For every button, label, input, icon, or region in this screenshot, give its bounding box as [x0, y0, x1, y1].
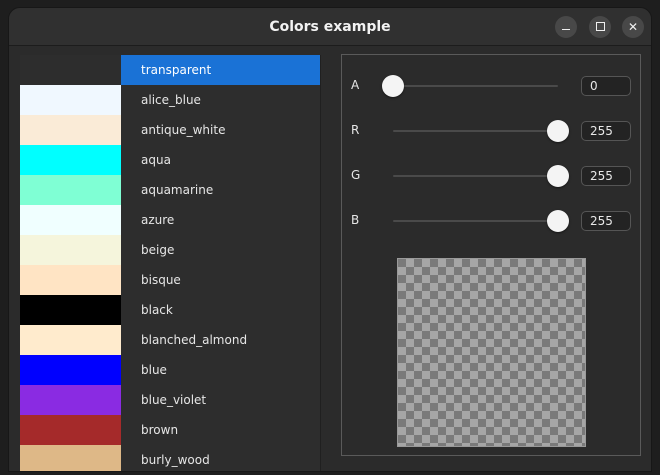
- maximize-icon: [595, 22, 605, 31]
- list-item[interactable]: black: [20, 295, 320, 325]
- list-item[interactable]: bisque: [20, 265, 320, 295]
- minimize-icon: [562, 28, 570, 31]
- color-swatch: [20, 295, 121, 325]
- list-item[interactable]: alice_blue: [20, 85, 320, 115]
- list-item[interactable]: azure: [20, 205, 320, 235]
- color-list[interactable]: transparent alice_blue antique_whiteaqua aq…: [20, 55, 321, 471]
- color-swatch: [20, 175, 121, 205]
- value-field[interactable]: 0: [581, 76, 631, 96]
- channel-label: A: [351, 78, 360, 92]
- slider-track[interactable]: [393, 175, 558, 177]
- slider-row-g: G 255: [342, 161, 640, 191]
- color-name-label: aquamarine: [141, 183, 214, 197]
- channel-label: B: [351, 213, 360, 227]
- color-name-label: blanched_almond: [141, 333, 248, 347]
- slider-thumb[interactable]: [547, 120, 569, 142]
- color-swatch: [20, 355, 121, 385]
- color-name-label: bisque: [141, 273, 181, 287]
- app-window: Colors example ✕ transparent alice_bluean…: [8, 7, 652, 472]
- slider-track[interactable]: [393, 220, 558, 222]
- color-swatch: [20, 325, 121, 355]
- color-swatch: [20, 265, 121, 295]
- list-item[interactable]: blue_violet: [20, 385, 320, 415]
- color-name-label: blue_violet: [141, 393, 207, 407]
- color-name-label: transparent: [121, 55, 320, 85]
- color-swatch: [20, 115, 121, 145]
- titlebar: Colors example ✕: [9, 8, 651, 46]
- slider-thumb[interactable]: [547, 165, 569, 187]
- color-swatch: [20, 445, 121, 471]
- color-name-label: burly_wood: [141, 453, 210, 467]
- list-item[interactable]: beige: [20, 235, 320, 265]
- color-name-label: antique_white: [141, 123, 226, 137]
- list-item[interactable]: aquamarine: [20, 175, 320, 205]
- color-swatch: [20, 85, 121, 115]
- minimize-button[interactable]: [555, 16, 577, 38]
- value-field[interactable]: 255: [581, 166, 631, 186]
- list-item[interactable]: burly_wood: [20, 445, 320, 471]
- color-swatch: [20, 205, 121, 235]
- color-name-label: beige: [141, 243, 175, 257]
- list-item[interactable]: blue: [20, 355, 320, 385]
- color-controls-panel: A 0 R 255 G 255 B 255: [341, 54, 641, 456]
- close-icon: ✕: [627, 20, 639, 34]
- color-name-label: azure: [141, 213, 175, 227]
- close-button[interactable]: ✕: [622, 16, 644, 38]
- slider-track[interactable]: [393, 130, 558, 132]
- color-preview: [397, 258, 586, 447]
- slider-row-r: R 255: [342, 116, 640, 146]
- channel-label: R: [351, 123, 360, 137]
- slider-row-a: A0: [342, 71, 640, 101]
- list-item[interactable]: brown: [20, 415, 320, 445]
- color-name-label: black: [141, 303, 173, 317]
- color-name-label: alice_blue: [141, 93, 201, 107]
- color-name-label: blue: [141, 363, 167, 377]
- channel-label: G: [351, 168, 361, 182]
- color-swatch: [20, 415, 121, 445]
- slider-thumb[interactable]: [382, 75, 404, 97]
- color-swatch: [20, 235, 121, 265]
- list-item[interactable]: antique_white: [20, 115, 320, 145]
- value-field[interactable]: 255: [581, 211, 631, 231]
- value-field[interactable]: 255: [581, 121, 631, 141]
- list-item[interactable]: transparent: [20, 55, 320, 85]
- slider-track[interactable]: [393, 85, 558, 87]
- list-item[interactable]: blanched_almond: [20, 325, 320, 355]
- list-item[interactable]: aqua: [20, 145, 320, 175]
- color-swatch: [20, 385, 121, 415]
- slider-thumb[interactable]: [547, 210, 569, 232]
- color-name-label: brown: [141, 423, 179, 437]
- slider-row-b: B 255: [342, 206, 640, 236]
- color-preview-fill: [398, 259, 585, 446]
- color-swatch: [20, 145, 121, 175]
- color-name-label: aqua: [141, 153, 171, 167]
- color-swatch: [20, 55, 121, 85]
- maximize-button[interactable]: [589, 16, 611, 38]
